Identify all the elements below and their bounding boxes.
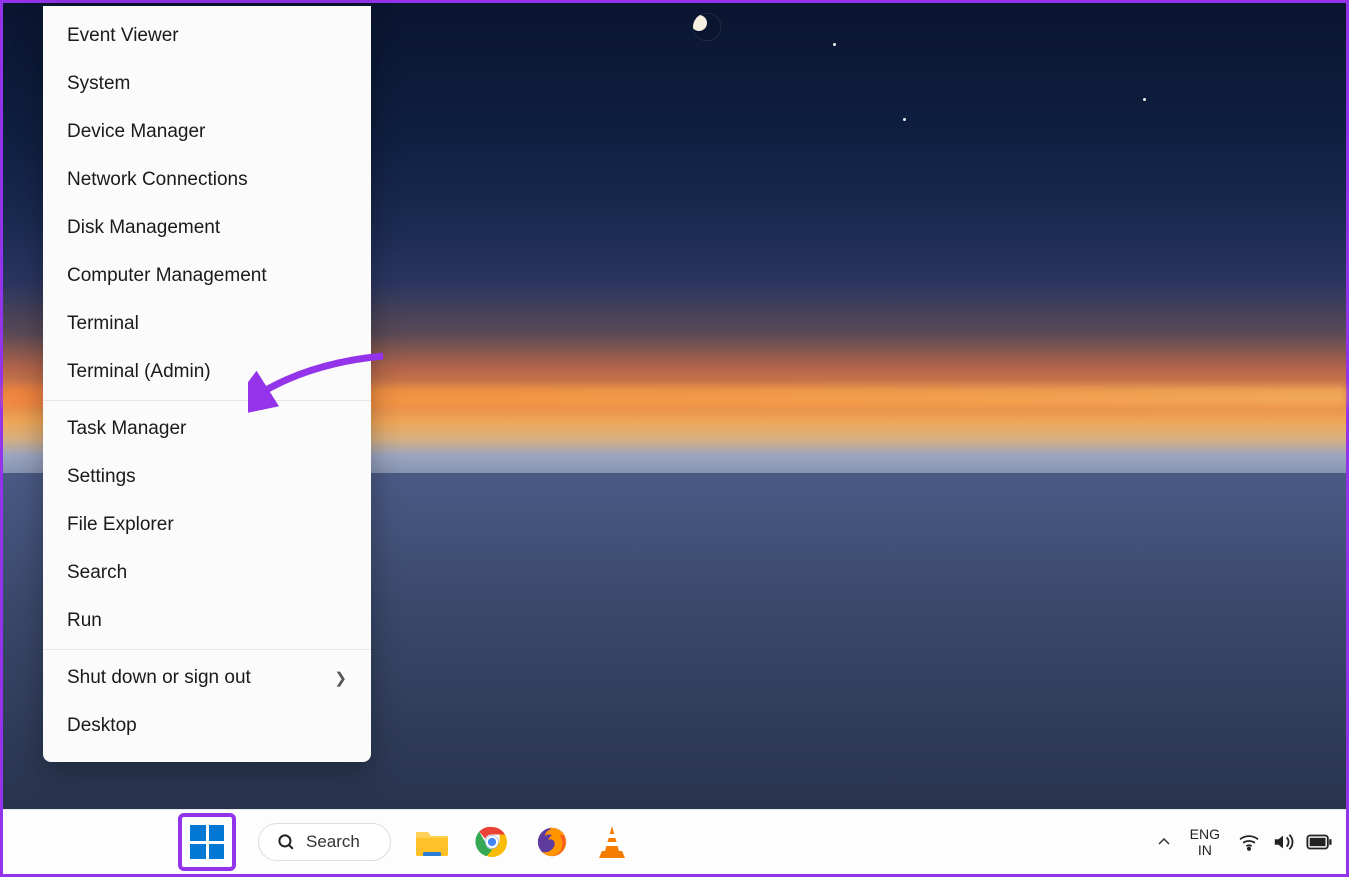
- chrome-app[interactable]: [473, 823, 511, 861]
- battery-icon[interactable]: [1306, 833, 1332, 851]
- menu-item-label: Device Manager: [67, 121, 205, 143]
- menu-computer-management[interactable]: Computer Management: [43, 252, 371, 300]
- menu-system[interactable]: System: [43, 60, 371, 108]
- firefox-app[interactable]: [533, 823, 571, 861]
- menu-run[interactable]: Run: [43, 597, 371, 645]
- language-indicator[interactable]: ENG IN: [1190, 826, 1220, 858]
- menu-terminal[interactable]: Terminal: [43, 300, 371, 348]
- firefox-icon: [535, 825, 569, 859]
- lang-top: ENG: [1190, 826, 1220, 842]
- wallpaper-star: [903, 118, 906, 121]
- wallpaper-moon: [693, 13, 721, 41]
- chrome-icon: [474, 824, 510, 860]
- menu-item-label: Run: [67, 610, 102, 632]
- search-label: Search: [306, 832, 360, 852]
- windows-logo-icon: [190, 825, 224, 859]
- menu-network-connections[interactable]: Network Connections: [43, 156, 371, 204]
- menu-item-label: Terminal: [67, 313, 139, 335]
- system-tray: ENG IN: [1156, 826, 1332, 858]
- menu-item-label: Desktop: [67, 715, 137, 737]
- tray-overflow-chevron-icon[interactable]: [1156, 834, 1172, 850]
- folder-icon: [414, 826, 450, 858]
- taskbar-search[interactable]: Search: [258, 823, 391, 861]
- menu-item-label: Search: [67, 562, 127, 584]
- menu-item-label: Task Manager: [67, 418, 186, 440]
- menu-event-viewer[interactable]: Event Viewer: [43, 12, 371, 60]
- menu-item-label: Shut down or sign out: [67, 667, 251, 689]
- chevron-right-icon: ❯: [334, 669, 347, 687]
- wallpaper-star: [1143, 98, 1146, 101]
- wifi-icon[interactable]: [1238, 833, 1260, 851]
- volume-icon[interactable]: [1272, 832, 1294, 852]
- menu-shutdown[interactable]: Shut down or sign out ❯: [43, 654, 371, 702]
- menu-item-label: Network Connections: [67, 169, 248, 191]
- menu-disk-management[interactable]: Disk Management: [43, 204, 371, 252]
- menu-item-label: System: [67, 73, 130, 95]
- menu-item-label: Disk Management: [67, 217, 220, 239]
- annotation-arrow: [248, 348, 398, 418]
- lang-bottom: IN: [1190, 842, 1220, 858]
- file-explorer-app[interactable]: [413, 823, 451, 861]
- menu-item-label: File Explorer: [67, 514, 174, 536]
- menu-search[interactable]: Search: [43, 549, 371, 597]
- start-button[interactable]: [178, 813, 236, 871]
- taskbar: Search: [3, 809, 1346, 874]
- menu-item-label: Terminal (Admin): [67, 361, 211, 383]
- menu-desktop[interactable]: Desktop: [43, 702, 371, 750]
- menu-item-label: Event Viewer: [67, 25, 179, 47]
- menu-separator: [43, 649, 371, 650]
- menu-settings[interactable]: Settings: [43, 453, 371, 501]
- menu-item-label: Computer Management: [67, 265, 267, 287]
- search-icon: [277, 833, 296, 852]
- vlc-app[interactable]: [593, 823, 631, 861]
- wallpaper-star: [833, 43, 836, 46]
- vlc-cone-icon: [597, 825, 627, 859]
- menu-file-explorer[interactable]: File Explorer: [43, 501, 371, 549]
- menu-device-manager[interactable]: Device Manager: [43, 108, 371, 156]
- menu-item-label: Settings: [67, 466, 136, 488]
